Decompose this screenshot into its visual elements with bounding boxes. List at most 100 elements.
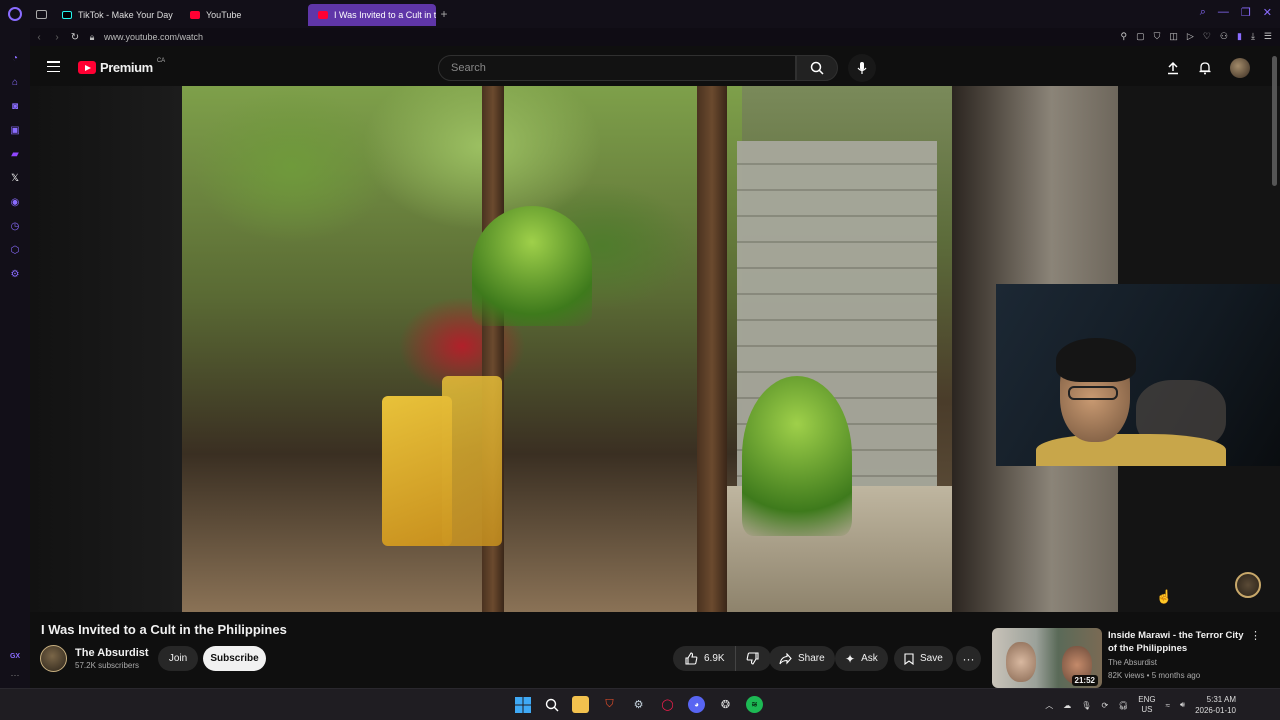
headset-icon[interactable]: 🎧︎ — [1118, 701, 1128, 710]
account-avatar[interactable] — [1230, 58, 1250, 78]
ask-label: Ask — [861, 653, 878, 664]
video-scene-bag — [442, 376, 502, 546]
sync-icon[interactable]: ⟳ — [1101, 701, 1108, 710]
like-button[interactable]: 6.9K — [673, 646, 736, 671]
workspaces-icon[interactable] — [30, 0, 52, 28]
tab-label: YouTube — [206, 10, 242, 20]
snapshot-icon[interactable]: ▢ — [1136, 31, 1145, 42]
x-twitter-icon[interactable]: 𝕏 — [9, 172, 21, 184]
file-explorer-icon[interactable] — [572, 696, 589, 713]
maximize-button[interactable]: ❐ — [1241, 6, 1251, 19]
upload-icon[interactable] — [1166, 61, 1180, 75]
messenger-icon[interactable]: ◙ — [9, 100, 21, 112]
easy-setup-icon[interactable]: ☰ — [1264, 31, 1272, 42]
music-icon[interactable]: ▣ — [9, 124, 21, 136]
new-tab-button[interactable]: + — [436, 6, 452, 22]
share-icon — [779, 652, 792, 664]
settings-icon[interactable]: ⚙ — [9, 268, 21, 280]
opera-gx-menu-icon[interactable] — [0, 0, 30, 28]
share-label: Share — [798, 653, 825, 664]
subscribe-button[interactable]: Subscribe — [203, 646, 266, 671]
onedrive-icon[interactable]: ☁ — [1063, 701, 1071, 710]
windows-start-icon[interactable] — [514, 696, 531, 713]
subscriber-count: 57.2K subscribers — [75, 661, 140, 670]
join-button[interactable]: Join — [158, 646, 198, 671]
bookmark-save-icon — [904, 652, 914, 665]
save-button[interactable]: Save — [894, 646, 953, 671]
youtube-header: Premium CA Search — [30, 46, 1280, 86]
youtube-icon — [190, 11, 200, 19]
channel-name[interactable]: The Absurdist — [75, 647, 149, 659]
channel-avatar[interactable] — [40, 645, 67, 672]
forward-icon[interactable]: › — [48, 32, 66, 43]
notifications-bell-icon[interactable] — [1198, 61, 1212, 75]
tab-current-video[interactable]: I Was Invited to a Cult in th — [308, 4, 436, 26]
close-button[interactable]: ✕ — [1263, 6, 1272, 19]
page-scrollbar[interactable] — [1272, 56, 1277, 186]
brave-icon[interactable]: ⛉ — [601, 696, 618, 713]
search-tabs-icon[interactable]: ⌕ — [1200, 6, 1206, 19]
youtube-logo[interactable]: Premium CA — [78, 57, 166, 75]
recommended-title[interactable]: Inside Marawi - the Terror City of the P… — [1108, 629, 1246, 655]
bookmark-icon[interactable]: ◫ — [1169, 31, 1178, 42]
url-field[interactable]: www.youtube.com/watch — [104, 32, 203, 42]
sidebar-toggle-icon[interactable]: ▮ — [1237, 31, 1242, 42]
back-icon[interactable]: ‹ — [30, 32, 48, 43]
wifi-icon[interactable]: ≈ — [1166, 701, 1170, 710]
microphone-icon — [857, 62, 867, 74]
video-title: I Was Invited to a Cult in the Philippin… — [41, 622, 287, 637]
video-player[interactable]: ☝ — [30, 86, 1280, 612]
address-bar-tools: ⚲ ▢ ⛉ ◫ ▷ ♡ ⚇ ▮ ⤓ ☰ — [1121, 31, 1272, 42]
clock-date: 2026-01-10 — [1195, 706, 1236, 715]
tab-tiktok[interactable]: TikTok - Make Your Day — [52, 4, 180, 26]
more-actions-button[interactable]: ··· — [956, 646, 981, 671]
gx-label: GX — [9, 653, 21, 660]
channel-watermark[interactable] — [1235, 572, 1261, 598]
clock-time: 5:31 AM — [1206, 695, 1236, 704]
account-icon[interactable]: ⚇ — [1220, 31, 1228, 42]
system-tray: ︿ ☁ 🎙︎ ⟳ 🎧︎ ENG US ≈ 🔊︎ 5:31 AM 2026-01-… — [1045, 694, 1280, 716]
system-clock[interactable]: 5:31 AM 2026-01-10 — [1195, 694, 1236, 716]
logo-region: CA — [156, 57, 166, 64]
discord-icon[interactable]: ◕ — [688, 696, 705, 713]
lock-icon[interactable]: 🔒︎ — [84, 32, 100, 43]
recommended-channel[interactable]: The Absurdist — [1108, 658, 1157, 667]
search-input[interactable]: Search — [438, 55, 796, 81]
video-scene-plant — [472, 206, 592, 326]
ask-button[interactable]: ✦ Ask — [835, 646, 888, 671]
taskbar-search-icon[interactable] — [543, 696, 560, 713]
dislike-button[interactable] — [736, 646, 771, 671]
shield-icon[interactable]: ⛉ — [1154, 31, 1161, 42]
opera-gx-taskbar-icon[interactable]: ◯ — [659, 696, 676, 713]
volume-icon[interactable]: 🔊︎ — [1180, 700, 1185, 710]
twitch-icon[interactable]: ▰ — [9, 148, 21, 160]
player-sidebar-icon[interactable]: ◉ — [9, 196, 21, 208]
voice-search-button[interactable] — [848, 54, 876, 82]
steam-icon[interactable]: ⚙ — [630, 696, 647, 713]
heart-icon[interactable]: ♡ — [1203, 31, 1211, 42]
browser-sidebar: ◔ ⌂ ◙ ▣ ▰ 𝕏 ◉ ◷ ⬡ ⚙ GX ··· — [0, 28, 30, 688]
recommended-menu-icon[interactable]: ⋮ — [1250, 629, 1261, 642]
menu-icon[interactable] — [47, 61, 60, 72]
chatgpt-icon[interactable]: ❂ — [717, 696, 734, 713]
tray-overflow-icon[interactable]: ︿ — [1045, 700, 1053, 711]
pin-icon[interactable]: ⚲ — [1121, 31, 1128, 42]
gx-control-icon[interactable]: ◔ — [9, 52, 21, 64]
microphone-tray-icon[interactable]: 🎙︎ — [1081, 701, 1091, 710]
history-icon[interactable]: ◷ — [9, 220, 21, 232]
gx-corner-icon[interactable]: ⌂ — [9, 76, 21, 88]
share-button[interactable]: Share — [769, 646, 835, 671]
more-icon[interactable]: ··· — [11, 670, 20, 680]
search-button[interactable] — [796, 55, 838, 81]
extensions-icon[interactable]: ⬡ — [9, 244, 21, 256]
tab-youtube[interactable]: YouTube — [180, 4, 308, 26]
reload-icon[interactable]: ↻ — [66, 32, 84, 43]
download-icon[interactable]: ⤓ — [1251, 31, 1255, 42]
spotify-icon[interactable]: ≋ — [746, 696, 763, 713]
player-icon[interactable]: ▷ — [1187, 31, 1194, 42]
recommended-thumbnail[interactable]: 21:52 — [992, 628, 1102, 688]
video-scene-plant — [742, 376, 852, 536]
language-indicator[interactable]: ENG US — [1138, 695, 1155, 715]
minimize-button[interactable]: — — [1218, 6, 1229, 19]
more-horizontal-icon: ··· — [962, 651, 975, 666]
